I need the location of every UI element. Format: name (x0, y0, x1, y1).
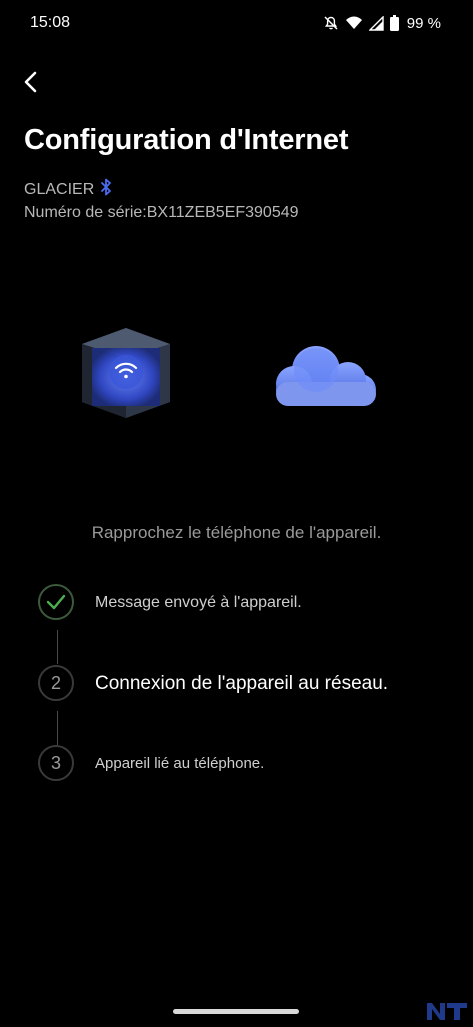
status-icons: 99 % (323, 12, 441, 34)
cloud-icon (276, 346, 376, 406)
home-indicator[interactable] (173, 1009, 299, 1014)
serial-number: Numéro de série:BX11ZEB5EF390549 (24, 204, 299, 221)
step-2-label: Connexion de l'appareil au réseau. (95, 673, 389, 694)
step-connector (57, 630, 58, 664)
connection-illustration (70, 320, 390, 430)
check-icon (46, 594, 66, 610)
wifi-device-cube-icon (82, 328, 170, 418)
step-connector (57, 711, 58, 745)
bluetooth-icon (100, 178, 112, 201)
device-name-row: GLACIER (24, 178, 112, 201)
chevron-left-icon (24, 71, 37, 93)
device-name: GLACIER (24, 180, 95, 198)
step-3-label: Appareil lié au téléphone. (95, 755, 265, 772)
step-3-indicator: 3 (38, 745, 74, 781)
step-1-indicator (38, 584, 74, 620)
watermark-logo (425, 1000, 469, 1022)
signal-icon (368, 15, 384, 31)
status-time: 15:08 (30, 14, 71, 31)
wifi-icon (345, 15, 363, 31)
step-1-label: Message envoyé à l'appareil. (95, 594, 302, 611)
battery-icon (389, 15, 399, 31)
step-2-indicator: 2 (38, 665, 74, 701)
back-button[interactable] (14, 64, 50, 100)
battery-percent: 99 % (406, 14, 441, 32)
status-bar: 15:08 99 % (0, 0, 473, 48)
notifications-off-icon (323, 15, 339, 31)
hint-text: Rapprochez le téléphone de l'appareil. (91, 523, 382, 542)
page-title: Configuration d'Internet (24, 124, 349, 156)
